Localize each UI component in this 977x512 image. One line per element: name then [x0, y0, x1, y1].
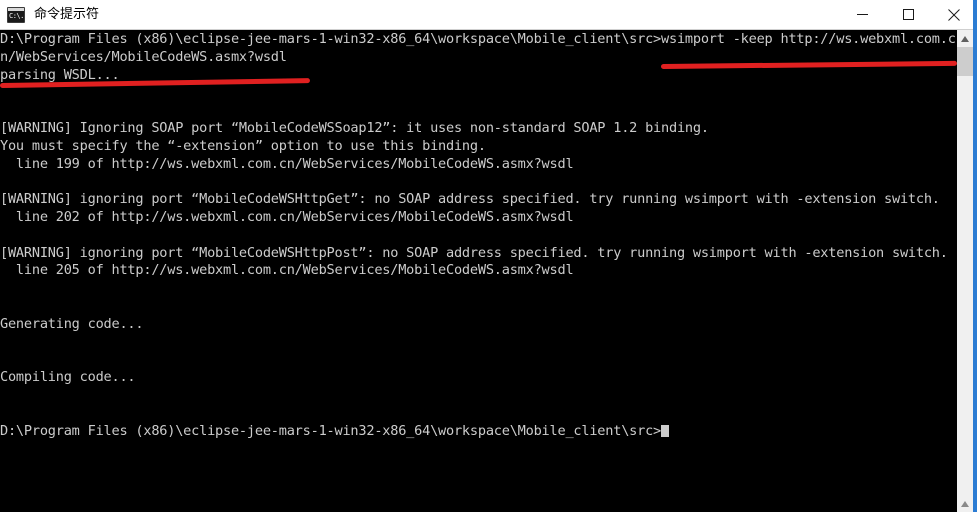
console-output-area[interactable]: D:\Program Files (x86)\eclipse-jee-mars-… — [0, 30, 957, 512]
cmd-icon-glyph: C:\. — [9, 11, 23, 20]
scroll-up-arrow-icon[interactable] — [957, 30, 973, 47]
console-line: D:\Program Files (x86)\eclipse-jee-mars-… — [0, 423, 957, 441]
console-line: line 199 of http://ws.webxml.com.cn/WebS… — [0, 155, 574, 172]
scroll-down-arrow-icon[interactable] — [957, 495, 973, 512]
cmd-icon: C:\. — [7, 6, 25, 23]
command-prompt-window: C:\. 命令提示符 D:\Program Files (x86)\eclips… — [0, 0, 977, 512]
minimize-button[interactable] — [839, 0, 885, 29]
text-cursor — [661, 424, 670, 437]
console-line: parsing WSDL... — [0, 66, 120, 83]
console-line: line 202 of http://ws.webxml.com.cn/WebS… — [0, 208, 574, 225]
console-line: [WARNING] ignoring port “MobileCodeWSHtt… — [0, 191, 940, 208]
close-button[interactable] — [931, 0, 977, 29]
vertical-scrollbar[interactable] — [957, 30, 973, 512]
console-line: D:\Program Files (x86)\eclipse-jee-mars-… — [0, 31, 956, 47]
console-line: You must specify the “-extension” option… — [0, 137, 486, 154]
console-line: line 205 of http://ws.webxml.com.cn/WebS… — [0, 262, 574, 279]
title-bar-left: C:\. 命令提示符 — [0, 6, 99, 24]
window-title: 命令提示符 — [34, 6, 100, 22]
console-line: Generating code... — [0, 315, 144, 332]
title-bar[interactable]: C:\. 命令提示符 — [0, 0, 977, 30]
window-border-right — [973, 0, 977, 512]
window-controls — [839, 0, 977, 29]
console-line: n/WebServices/MobileCodeWS.asmx?wsdl — [0, 48, 287, 65]
console-line: [WARNING] Ignoring SOAP port “MobileCode… — [0, 119, 709, 136]
console-text: D:\Program Files (x86)\eclipse-jee-mars-… — [0, 31, 957, 440]
console-line: [WARNING] ignoring port “MobileCodeWSHtt… — [0, 244, 948, 261]
scrollbar-thumb[interactable] — [957, 47, 973, 76]
maximize-button[interactable] — [885, 0, 931, 29]
console-line: Compiling code... — [0, 369, 136, 386]
